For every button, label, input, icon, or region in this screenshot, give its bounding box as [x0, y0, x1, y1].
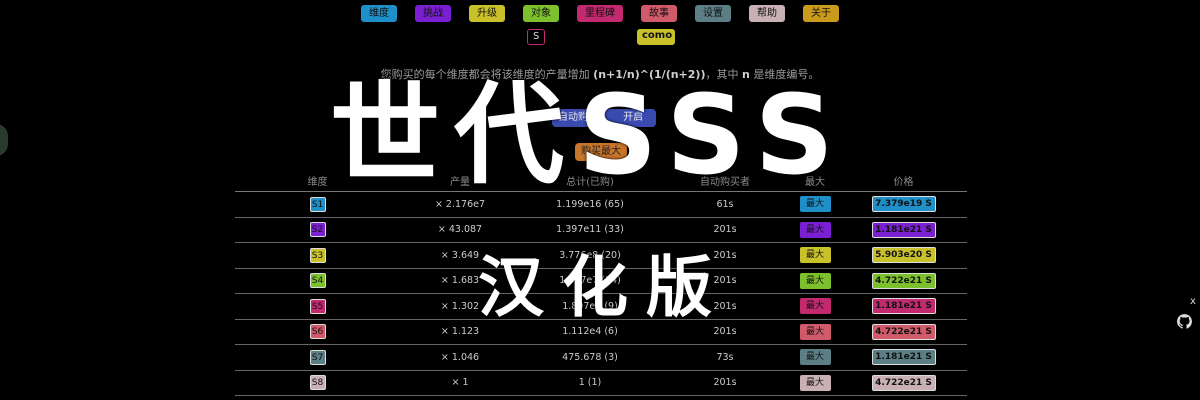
max-cell: 最大 — [790, 349, 840, 366]
buy-price-button[interactable]: 4.722e21 S — [871, 374, 936, 391]
price-cell: 4.722e21 S — [840, 323, 967, 340]
max-cell: 最大 — [790, 221, 840, 238]
subtab-como[interactable]: como — [637, 29, 675, 45]
table-row: S7 × 1.046 475.678 (3) 73s 最大 1.181e21 S — [235, 345, 967, 371]
dimension-badge: S2 — [309, 222, 326, 238]
multiplier-cell: × 1.046 — [440, 351, 480, 363]
dimension-badge: S1 — [309, 196, 326, 212]
buy-max-row-button[interactable]: 最大 — [799, 221, 831, 238]
price-cell: 1.181e21 S — [840, 221, 967, 238]
price-cell: 4.722e21 S — [840, 374, 967, 391]
buy-price-button[interactable]: 1.181e21 S — [871, 349, 936, 366]
github-cat-icon[interactable] — [1176, 313, 1193, 330]
dimension-cell: S7 — [235, 349, 400, 365]
buy-price-button[interactable]: 1.181e21 S — [871, 221, 936, 238]
multiplier-cell: × 1.123 — [440, 326, 480, 338]
tab-8[interactable]: 关于 — [803, 5, 839, 22]
total-cell: 475.678 (3) — [562, 351, 618, 363]
price-cell: 1.181e21 S — [840, 349, 967, 366]
buy-max-row-button[interactable]: 最大 — [799, 247, 831, 264]
buy-max-row-button[interactable]: 最大 — [799, 323, 831, 340]
table-row: S8 × 1 1 (1) 201s 最大 4.722e21 S — [235, 371, 967, 396]
tab-5[interactable]: 故事 — [641, 5, 677, 22]
dimension-badge: S8 — [309, 375, 326, 391]
price-cell: 4.722e21 S — [840, 272, 967, 289]
dimension-cell: S4 — [235, 273, 400, 289]
side-panel-toggle[interactable] — [0, 124, 8, 156]
close-icon[interactable]: x — [1190, 296, 1196, 307]
total-cell: 1.112e4 (6) — [562, 326, 618, 338]
dimension-cell: S3 — [235, 247, 400, 263]
multiplier-cell: × 1 — [451, 377, 469, 389]
dimension-badge: S5 — [309, 298, 326, 314]
total-cell: 1 (1) — [578, 377, 602, 389]
dimension-badge: S3 — [309, 247, 326, 263]
buy-price-button[interactable]: 1.181e21 S — [871, 298, 936, 315]
tab-0[interactable]: 维度 — [361, 5, 397, 22]
tab-6[interactable]: 设置 — [695, 5, 731, 22]
buy-price-button[interactable]: 5.903e20 S — [871, 247, 936, 264]
multiplier-cell: × 43.087 — [437, 224, 483, 236]
max-cell: 最大 — [790, 247, 840, 264]
autobuyer-cell: 201s — [713, 224, 737, 236]
dimension-badge: S4 — [309, 273, 326, 289]
total-cell: 1.397e11 (33) — [556, 224, 624, 236]
autobuyer-cell: 201s — [713, 326, 737, 338]
autobuyer-cell: 73s — [716, 351, 734, 363]
table-row: S2 × 43.087 1.397e11 (33) 201s 最大 1.181e… — [235, 218, 967, 243]
game-screen: 维度 挑战 升级 对象 里程碑 故事 设置 帮助 关于 S como 您购买的每个维度都会将该维… — [0, 0, 1200, 400]
dimension-cell: S6 — [235, 324, 400, 340]
subtab-s[interactable]: S — [527, 29, 546, 45]
dimension-cell: S2 — [235, 222, 400, 238]
dimension-cell: S5 — [235, 298, 400, 314]
main-tab-bar: 维度 挑战 升级 对象 里程碑 故事 设置 帮助 关于 — [0, 5, 1200, 22]
max-cell: 最大 — [790, 272, 840, 289]
buy-max-row-button[interactable]: 最大 — [799, 298, 831, 315]
buy-max-row-button[interactable]: 最大 — [799, 272, 831, 289]
overlay-subtitle: 汉化版 — [478, 249, 730, 326]
price-cell: 1.181e21 S — [840, 298, 967, 315]
tab-7[interactable]: 帮助 — [749, 5, 785, 22]
buy-max-row-button[interactable]: 最大 — [799, 349, 831, 366]
dimension-badge: S6 — [309, 324, 326, 340]
autobuyer-cell: 201s — [713, 377, 737, 389]
max-cell: 最大 — [790, 298, 840, 315]
price-cell: 5.903e20 S — [840, 247, 967, 264]
tab-4[interactable]: 里程碑 — [577, 5, 623, 22]
dimension-badge: S7 — [309, 349, 326, 365]
tab-1[interactable]: 挑战 — [415, 5, 451, 22]
max-cell: 最大 — [790, 374, 840, 391]
total-cell: 1.199e16 (65) — [556, 198, 624, 210]
multiplier-cell: × 2.176e7 — [434, 198, 486, 210]
autobuyer-cell: 61s — [716, 198, 734, 210]
buy-max-row-button[interactable]: 最大 — [799, 374, 831, 391]
tab-3[interactable]: 对象 — [523, 5, 559, 22]
overlay-title: 世代SSS — [330, 71, 848, 199]
tab-2[interactable]: 升级 — [469, 5, 505, 22]
dimension-cell: S8 — [235, 375, 400, 391]
buy-price-button[interactable]: 4.722e21 S — [871, 323, 936, 340]
max-cell: 最大 — [790, 323, 840, 340]
buy-price-button[interactable]: 4.722e21 S — [871, 272, 936, 289]
